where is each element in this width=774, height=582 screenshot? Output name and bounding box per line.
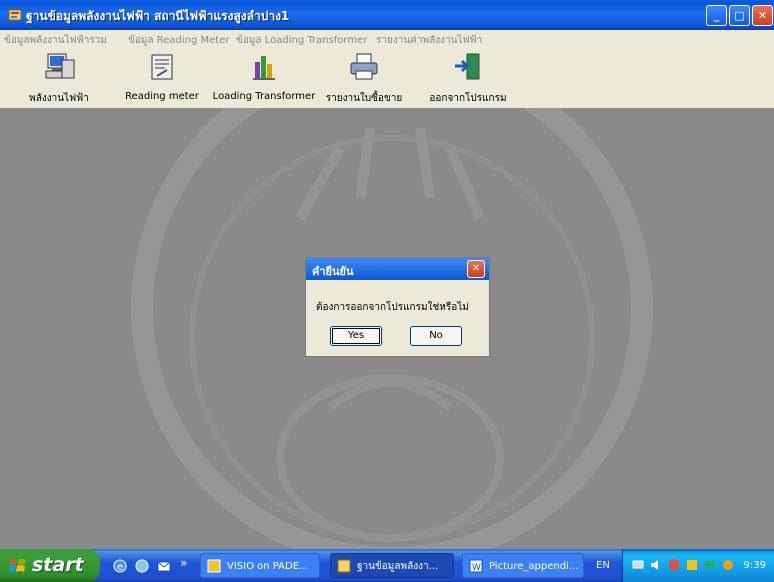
- printer-icon: [350, 53, 378, 80]
- start-button[interactable]: start: [0, 549, 100, 582]
- dialog-close-button[interactable]: ✕: [467, 260, 485, 278]
- task-database-app-label: ฐานข้อมูลพลังงา...: [357, 561, 439, 572]
- task-word-document[interactable]: W Picture_appendi...: [462, 553, 584, 578]
- meter-icon: [151, 54, 173, 80]
- toolbar-energy-label: พลังงานไฟฟ้า: [29, 93, 89, 104]
- security-icon[interactable]: [667, 558, 681, 572]
- task-database-app[interactable]: ฐานข้อมูลพลังงา...: [330, 553, 454, 578]
- windows-logo-icon: [9, 559, 26, 572]
- dialog-message: ต้องการออกจากโปรแกรมใช่หรือไม่: [316, 302, 469, 313]
- menu-item-loading-transformer[interactable]: ข้อมูล Loading Transformer: [236, 33, 367, 48]
- display-icon[interactable]: [703, 558, 717, 572]
- toolbar-sales-report-button[interactable]: รายงานใบซื้อขาย: [322, 52, 406, 106]
- task-visio[interactable]: VISIO on PADE...: [200, 553, 320, 578]
- computer-data-icon: [45, 53, 75, 79]
- maximize-button[interactable]: □: [729, 5, 750, 26]
- toolbar-reading-meter-button[interactable]: Reading meter: [124, 52, 200, 102]
- dialog-title-bar[interactable]: คำยืนยัน ✕: [306, 258, 489, 280]
- toolbar-loading-transformer-label: Loading Transformer: [212, 91, 316, 102]
- menu-item-energy-report[interactable]: รายงานค่าพลังงานไฟฟ้า: [376, 33, 482, 48]
- window-title-bar[interactable]: ฐานข้อมูลพลังงานไฟฟ้า สถานีไฟฟ้าแรงสูงลำ…: [0, 0, 774, 30]
- network-icon[interactable]: [631, 558, 645, 572]
- internet-explorer-icon[interactable]: e: [112, 558, 128, 574]
- quick-launch-chevron[interactable]: »: [180, 556, 187, 570]
- toolbar-loading-transformer-button[interactable]: Loading Transformer: [212, 52, 316, 102]
- taskbar: start e » VISIO on PADE... ฐานข้อมูลพลัง…: [0, 549, 774, 582]
- toolbar-exit-button[interactable]: ออกจากโปรแกรม: [424, 52, 512, 106]
- dialog-title: คำยืนยัน: [312, 265, 354, 278]
- database-app-icon: [337, 559, 351, 573]
- toolbar-sales-report-label: รายงานใบซื้อขาย: [325, 93, 403, 104]
- window-title: ฐานข้อมูลพลังงานไฟฟ้า สถานีไฟฟ้าแรงสูงลำ…: [26, 9, 290, 23]
- svg-text:W: W: [472, 563, 481, 573]
- toolbar-reading-meter-label: Reading meter: [125, 91, 199, 102]
- menu-item-reading-meter[interactable]: ข้อมูล Reading Meter: [128, 33, 229, 48]
- email-icon[interactable]: [156, 558, 172, 574]
- currency-tray-icon[interactable]: [721, 558, 735, 572]
- bar-chart-icon: [253, 56, 275, 80]
- word-icon: W: [469, 559, 483, 573]
- exit-icon: [455, 53, 480, 80]
- task-word-document-label: Picture_appendi...: [489, 561, 579, 572]
- start-label: start: [32, 554, 84, 576]
- clock[interactable]: 9:39: [744, 560, 766, 571]
- minimize-button[interactable]: _: [706, 5, 727, 26]
- system-tray: 9:39: [622, 549, 774, 582]
- yes-button[interactable]: Yes: [330, 326, 382, 346]
- no-button[interactable]: No: [410, 326, 462, 346]
- antivirus-icon[interactable]: [685, 558, 699, 572]
- confirm-dialog: คำยืนยัน ✕ ต้องการออกจากโปรแกรมใช่หรือไม…: [305, 257, 490, 357]
- mdi-client-area: คำยืนยัน ✕ ต้องการออกจากโปรแกรมใช่หรือไม…: [0, 108, 774, 549]
- toolbar-exit-label: ออกจากโปรแกรม: [429, 93, 507, 104]
- toolbar-energy-button[interactable]: พลังงานไฟฟ้า: [24, 52, 94, 106]
- visio-icon: [207, 559, 221, 573]
- menu-bar: ข้อมูลพลังงานไฟฟ้ารวม ข้อมูล Reading Met…: [0, 30, 774, 48]
- volume-icon[interactable]: [649, 558, 663, 572]
- toolbar: พลังงานไฟฟ้า Reading meter Loading Trans…: [0, 48, 774, 109]
- media-player-icon[interactable]: [134, 558, 150, 574]
- svg-text:e: e: [117, 562, 123, 573]
- close-window-button[interactable]: ✕: [752, 5, 773, 26]
- language-indicator[interactable]: EN: [596, 560, 610, 571]
- task-visio-label: VISIO on PADE...: [227, 561, 309, 572]
- menu-item-total-energy[interactable]: ข้อมูลพลังงานไฟฟ้ารวม: [4, 33, 107, 48]
- app-icon[interactable]: [8, 8, 22, 22]
